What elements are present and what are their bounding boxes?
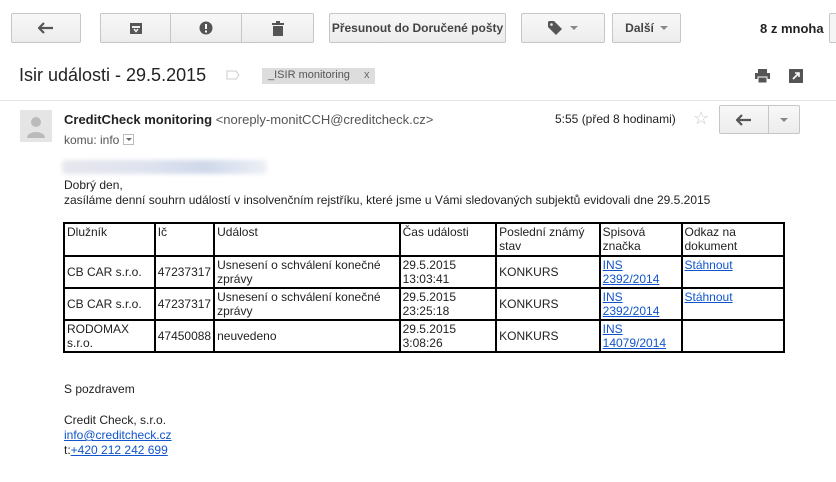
email-link[interactable]: info@creditcheck.cz [64, 428, 172, 442]
case-number-link[interactable]: INS 2392/2014 [603, 290, 660, 318]
table-cell: Usnesení o schválení konečné zprávy [213, 255, 401, 289]
table-cell: 47450088 [153, 319, 216, 353]
table-header: Čas události [398, 222, 498, 257]
table-cell: neuvedeno [213, 319, 401, 353]
recipient-text: komu: info [64, 133, 120, 147]
back-button[interactable] [11, 13, 81, 43]
table-cell: INS 2392/2014 [598, 287, 683, 321]
toolbar: Přesunout do Doručené pošty Další 8 z mn… [0, 0, 836, 56]
sender-email: <noreply-monitCCH@creditcheck.cz> [215, 112, 434, 127]
email-subject: Isir události - 29.5.2015 [19, 65, 207, 85]
table-header: Spisová značka [598, 222, 683, 257]
table-cell: 47237317 [153, 255, 216, 289]
report-spam-button[interactable] [170, 13, 242, 43]
avatar[interactable] [20, 110, 52, 142]
table-row: RODOMAX s.r.o. 47450088 neuvedeno 29.5.2… [63, 319, 785, 353]
show-details-icon[interactable] [123, 134, 135, 145]
reply-icon [736, 113, 751, 126]
report-spam-icon [199, 21, 213, 35]
sender-name[interactable]: CreditCheck monitoring [64, 112, 212, 127]
divider [0, 100, 836, 101]
case-number-link[interactable]: INS 2392/2014 [603, 258, 660, 286]
message-count: 8 z mnoha [760, 21, 824, 36]
phone-prefix: t: [64, 443, 71, 457]
move-to-inbox-label: Přesunout do Doručené pošty [331, 21, 504, 35]
table-cell: INS 14079/2014 [598, 319, 683, 353]
table-cell: 29.5.2015 23:25:18 [398, 287, 498, 321]
table-cell [680, 319, 785, 353]
signature-email: info@creditcheck.cz [64, 428, 172, 442]
table-cell: Stáhnout [680, 287, 785, 321]
move-to-inbox-button[interactable]: Přesunout do Doručené pošty [329, 13, 506, 43]
table-cell: RODOMAX s.r.o. [63, 319, 156, 353]
table-cell: 29.5.2015 3:08:26 [398, 319, 498, 353]
signature-phone: t:+420 212 242 699 [64, 443, 168, 457]
table-header: Ič [153, 222, 216, 257]
table-header: Dlužník [63, 222, 156, 257]
new-window-icon[interactable] [789, 69, 803, 83]
table-cell: KONKURS [495, 287, 601, 321]
download-link[interactable]: Stáhnout [685, 258, 733, 272]
archive-icon [129, 23, 142, 34]
table-cell: 29.5.2015 13:03:41 [398, 255, 498, 289]
table-cell: KONKURS [495, 319, 601, 353]
intro-text: zasíláme denní souhrn událostí v insolve… [64, 193, 711, 207]
download-link[interactable]: Stáhnout [685, 290, 733, 304]
importance-marker-icon[interactable] [226, 70, 240, 80]
table-header: Odkaz na dokument [680, 222, 785, 257]
chevron-down-icon [659, 26, 668, 30]
table-row: CB CAR s.r.o. 47237317 Usnesení o schvál… [63, 287, 785, 321]
events-table: Dlužník Ič Událost Čas události Poslední… [63, 222, 785, 353]
reply-options-button[interactable] [768, 105, 800, 134]
labels-button[interactable] [521, 13, 605, 43]
company-name: Credit Check, s.r.o. [64, 413, 167, 427]
table-cell: KONKURS [495, 255, 601, 289]
more-button[interactable]: Další [612, 13, 681, 43]
greeting: Dobrý den, [64, 178, 123, 192]
case-number-link[interactable]: INS 14079/2014 [603, 322, 666, 350]
label-chip-text: _ISIR monitoring [268, 69, 350, 81]
label-chip[interactable]: _ISIR monitoring x [262, 68, 376, 84]
phone-link[interactable]: +420 212 242 699 [71, 443, 168, 457]
archive-button[interactable] [100, 13, 171, 43]
tag-icon [548, 21, 562, 35]
star-icon[interactable]: ☆ [693, 108, 709, 129]
sender: CreditCheck monitoring <noreply-monitCCH… [64, 112, 433, 127]
trash-icon [271, 20, 284, 36]
table-header: Poslední známý stav [495, 222, 601, 257]
table-cell: Stáhnout [680, 255, 785, 289]
person-icon [27, 117, 45, 138]
table-row: CB CAR s.r.o. 47237317 Usnesení o schvál… [63, 255, 785, 289]
table-cell: INS 2392/2014 [598, 255, 683, 289]
more-label: Další [625, 21, 654, 35]
redacted-text [62, 160, 267, 174]
delete-button[interactable] [241, 13, 314, 43]
table-cell: 47237317 [153, 287, 216, 321]
table-header: Událost [213, 222, 401, 257]
chevron-down-icon [570, 26, 578, 30]
closing: S pozdravem [64, 382, 135, 396]
remove-label-button[interactable]: x [364, 69, 370, 81]
arrow-left-icon [38, 22, 53, 34]
table-header-row: Dlužník Ič Událost Čas události Poslední… [63, 222, 785, 257]
table-cell: CB CAR s.r.o. [63, 287, 156, 321]
reply-button[interactable] [719, 105, 769, 134]
table-cell: CB CAR s.r.o. [63, 255, 156, 289]
recipient: komu: info [64, 133, 135, 147]
print-icon[interactable] [755, 69, 770, 83]
table-cell: Usnesení o schválení konečné zprávy [213, 287, 401, 321]
timestamp: 5:55 (před 8 hodinami) [555, 112, 676, 126]
newer-button[interactable] [829, 13, 836, 43]
chevron-down-icon [780, 117, 788, 122]
